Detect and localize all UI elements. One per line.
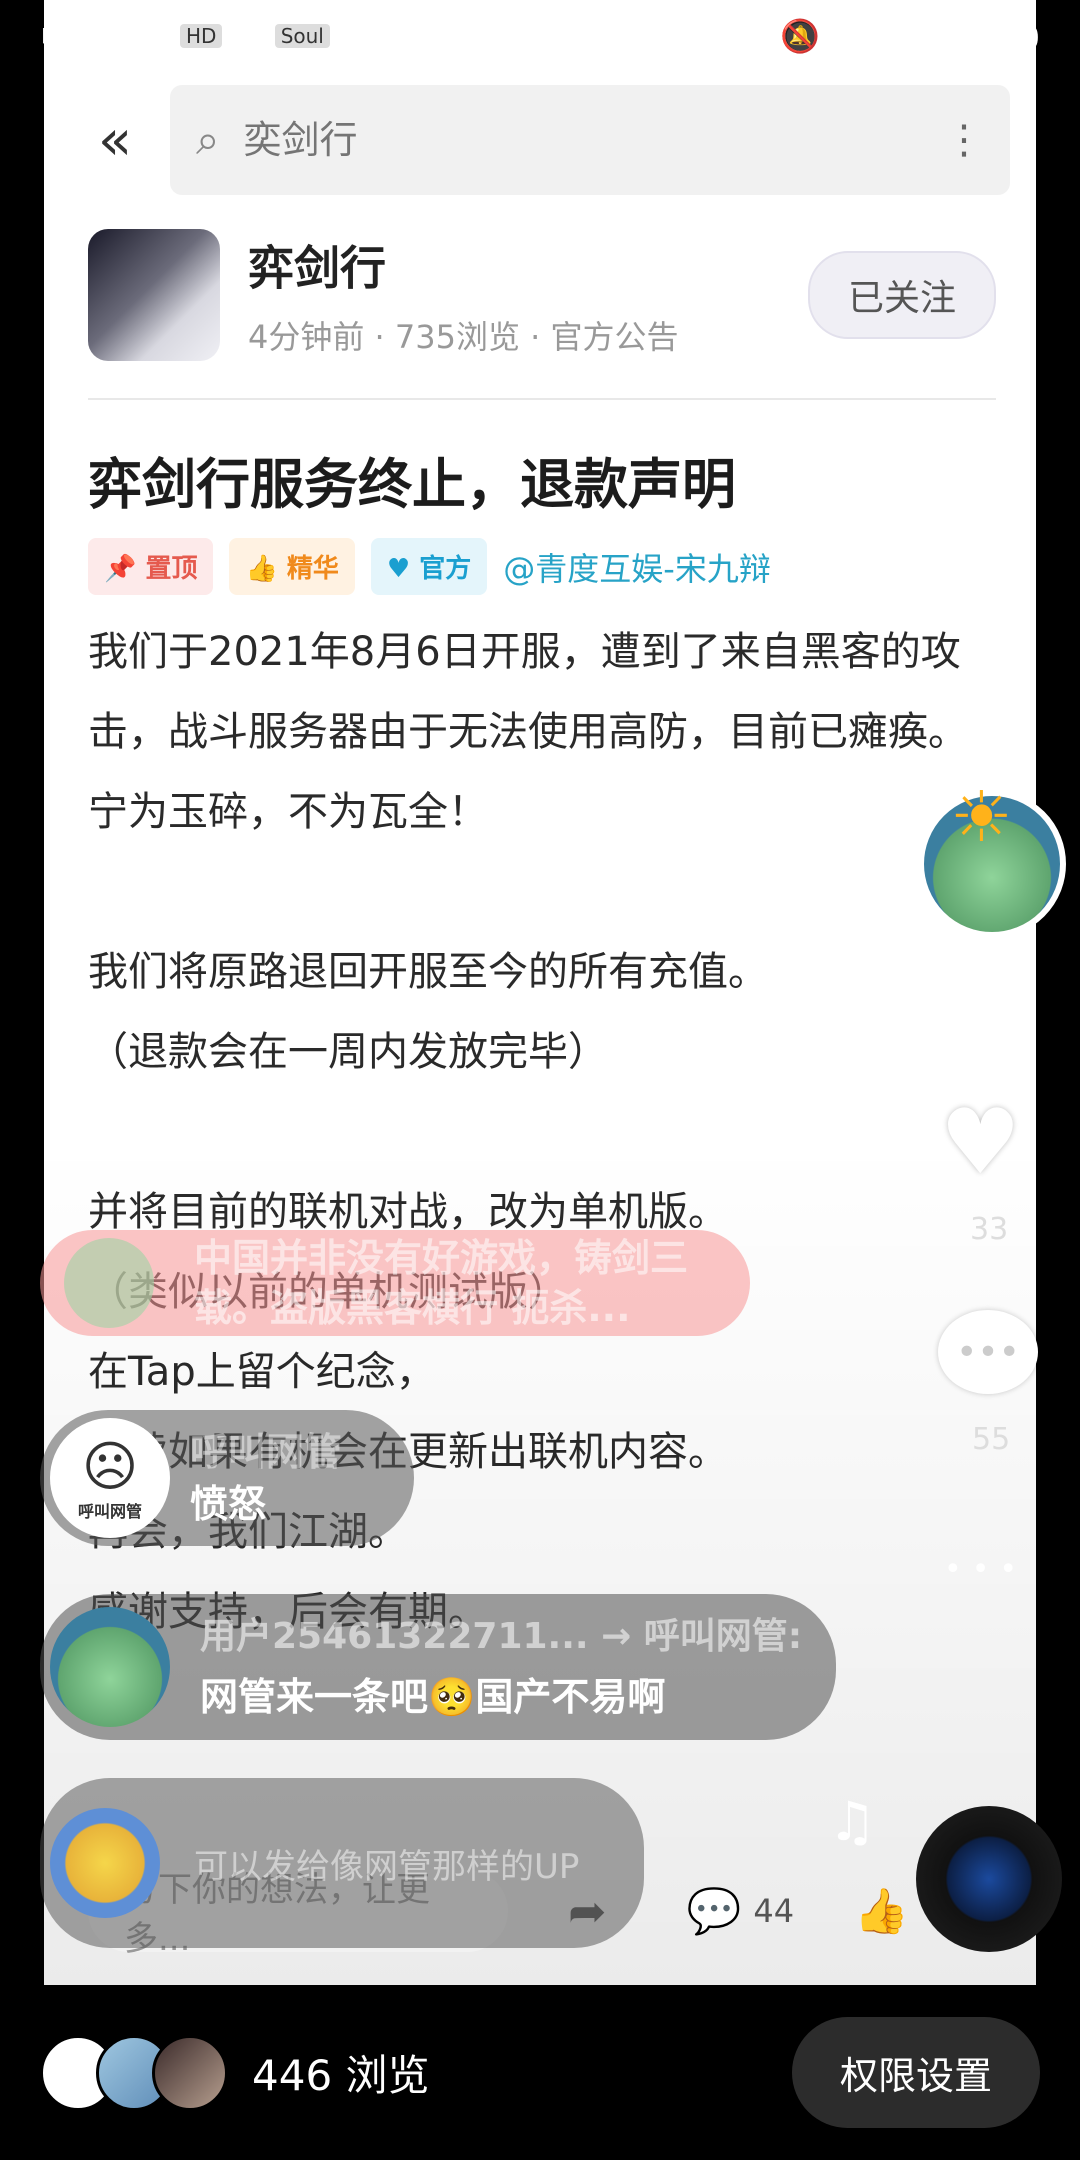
author-row: 弈剑行 4分钟前 · 735浏览 · 官方公告 已关注 — [88, 220, 996, 370]
danmaku-from: 用户25461322711... → 呼叫网管: — [200, 1616, 803, 1657]
double-chevron-left-icon: « — [97, 107, 133, 173]
danmaku-avatar — [64, 1238, 154, 1328]
body-paragraph: 宁为玉碎，不为瓦全！ — [88, 789, 488, 835]
post-meta: 4分钟前 · 735浏览 · 官方公告 — [248, 318, 679, 356]
angry-face-icon: ☹ — [81, 1434, 139, 1498]
mute-icon: 🔕 — [780, 17, 821, 55]
danmaku-bubble: 可以发给像网管那样的UP — [40, 1778, 644, 1948]
eye-icon: 👁 — [719, 17, 761, 55]
danmaku-avatar — [50, 1607, 170, 1727]
danmaku-text: 中国并非没有好游戏，铸剑三载。盗版黑客横行 扼杀... — [194, 1236, 689, 1330]
danmaku-text: 愤怒 — [190, 1482, 267, 1526]
comment-icon[interactable]: 💬 — [687, 1885, 742, 1937]
comment-bubble-icon[interactable]: ••• — [938, 1310, 1038, 1394]
body-paragraph — [88, 852, 1008, 932]
danmaku-text: 可以发给像网管那样的UP — [194, 1846, 580, 1887]
thumbs-up-icon: 👍 — [245, 554, 278, 584]
follow-button[interactable]: 已关注 — [807, 251, 996, 339]
danmaku-bubble: 中国并非没有好游戏，铸剑三载。盗版黑客横行 扼杀... — [40, 1230, 750, 1336]
danmaku-content: 呼叫网管 愤怒 — [190, 1426, 342, 1530]
search-input[interactable] — [243, 118, 944, 162]
body-paragraph — [88, 1092, 1008, 1172]
viewer-avatar — [152, 2034, 228, 2111]
search-box[interactable]: ⌕ ⋮ — [170, 85, 1010, 195]
carrier-name: 中国电信 — [40, 19, 169, 57]
back-button[interactable]: « — [60, 95, 170, 185]
body-paragraph: 我们将原路退回开服至今的所有充值。 — [88, 949, 768, 995]
battery-indicator: 41 — [840, 21, 885, 51]
vertical-ellipsis-icon[interactable]: ⋮ — [944, 117, 984, 163]
danmaku-user: 呼叫网管 — [190, 1430, 343, 1474]
music-disc[interactable] — [916, 1806, 1062, 1952]
author-name[interactable]: 弈剑行 — [248, 232, 808, 298]
pin-tag: 📌 置顶 — [88, 538, 214, 595]
heart-shield-icon: ♥ — [386, 554, 411, 584]
permission-settings-button[interactable]: 权限设置 — [791, 2017, 1040, 2128]
danmaku-avatar — [50, 1808, 160, 1918]
viewer-avatars[interactable] — [40, 2034, 228, 2111]
danmaku-content: 用户25461322711... → 呼叫网管: 网管来一条吧🥺国产不易啊 — [200, 1607, 802, 1727]
clock: 下午4:20 — [904, 19, 1040, 57]
body-paragraph: 我们于2021年8月6日开服，遭到了来自黑客的攻击，战斗服务器由于无法使用高防，… — [88, 629, 968, 755]
post-tags: 📌 置顶 👍 精华 ♥ 官方 @青度互娱-宋九辩 — [88, 538, 771, 595]
danmaku-bubble: 用户25461322711... → 呼叫网管: 网管来一条吧🥺国产不易啊 — [40, 1594, 836, 1740]
pin-icon: 📌 — [104, 554, 137, 584]
best-tag-label: 精华 — [286, 554, 339, 584]
soul-app-icon: Soul — [274, 24, 330, 48]
divider — [88, 398, 996, 400]
official-tag-label: 官方 — [419, 554, 472, 584]
best-tag: 👍 精华 — [229, 538, 355, 595]
mention-link[interactable]: @青度互娱-宋九辩 — [503, 544, 771, 590]
comment-count: 44 — [753, 1892, 795, 1930]
top-bar: « ⌕ ⋮ — [44, 80, 1036, 200]
author-avatar[interactable] — [88, 229, 220, 361]
author-info: 弈剑行 4分钟前 · 735浏览 · 官方公告 — [248, 232, 808, 358]
side-comment-count: 55 — [972, 1422, 1011, 1457]
official-tag: ♥ 官方 — [370, 538, 488, 595]
like-icon[interactable]: 👍 — [854, 1885, 909, 1937]
avatar-label: 呼叫网管 — [77, 1501, 142, 1521]
post-title: 弈剑行服务终止，退款声明 — [88, 453, 736, 516]
network-badge: 4G — [234, 24, 263, 48]
heart-icon[interactable]: ♥ — [940, 1090, 1021, 1195]
danmaku-text: 网管来一条吧🥺国产不易啊 — [200, 1675, 666, 1719]
bottom-bar: 446 浏览 权限设置 — [0, 1985, 1080, 2160]
like-count: 33 — [970, 1212, 1009, 1247]
danmaku-bubble: ☹ 呼叫网管 呼叫网管 愤怒 — [40, 1410, 414, 1546]
body-paragraph: （退款会在一周内发放完毕） — [88, 1029, 608, 1075]
view-count: 446 浏览 — [252, 2051, 430, 2100]
more-dots-icon[interactable]: ••• — [944, 1552, 1027, 1587]
pin-tag-label: 置顶 — [145, 554, 198, 584]
carrier-info: 中国电信 HD 4G Soul — [40, 13, 330, 59]
music-note-icon: ♫ — [828, 1790, 877, 1853]
search-icon: ⌕ — [196, 115, 220, 164]
danmaku-avatar: ☹ 呼叫网管 — [50, 1418, 170, 1538]
status-bar: 中国电信 HD 4G Soul 👁 🔕 41 下午4:20 — [0, 0, 1080, 72]
sun-icon: ☀ — [950, 776, 1013, 858]
hd-badge: HD — [180, 24, 223, 48]
body-paragraph: 在Tap上留个纪念， — [88, 1349, 436, 1395]
